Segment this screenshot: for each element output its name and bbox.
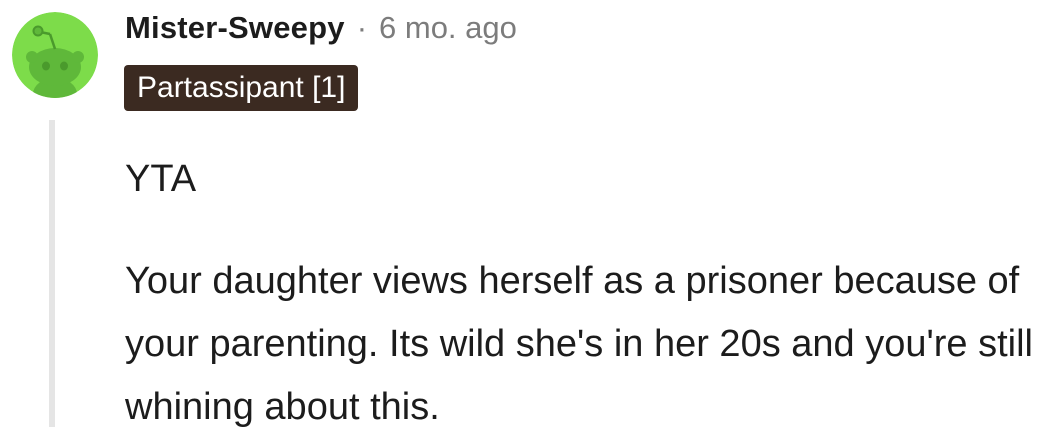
user-avatar[interactable] (12, 12, 98, 98)
meta-separator: · (356, 10, 368, 45)
comment: Mister-Sweepy · 6 mo. ago Partassipant [… (0, 0, 1057, 428)
comment-text: Your daughter views herself as a prisone… (125, 260, 1033, 428)
thread-line[interactable] (49, 120, 55, 427)
comment-timestamp[interactable]: 6 mo. ago (379, 10, 517, 46)
comment-header: Mister-Sweepy · 6 mo. ago (125, 6, 517, 50)
comment-verdict: YTA (125, 158, 197, 200)
snoo-avatar-icon (12, 12, 98, 98)
comment-body: YTA Your daughter views herself as a pri… (125, 148, 1050, 439)
author-username[interactable]: Mister-Sweepy (125, 10, 345, 46)
user-flair: Partassipant [1] (124, 65, 359, 111)
